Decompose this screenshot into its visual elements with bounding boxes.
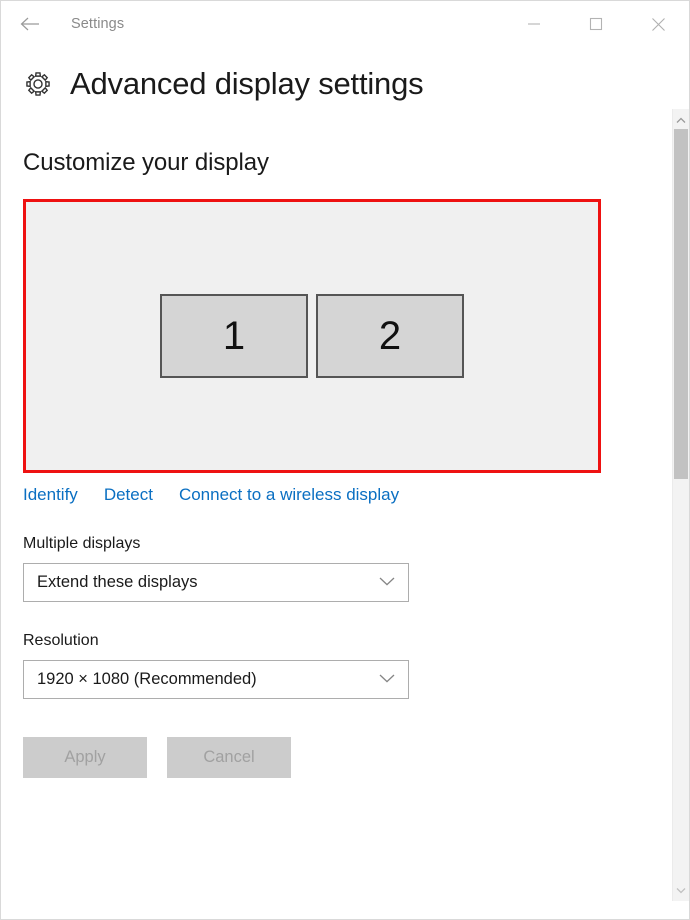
section-title: Customize your display <box>23 149 269 176</box>
cancel-button[interactable]: Cancel <box>167 737 291 778</box>
connect-wireless-display-link[interactable]: Connect to a wireless display <box>179 485 399 505</box>
chevron-down-icon <box>676 881 686 899</box>
chevron-down-icon <box>378 671 396 689</box>
resolution-value: 1920 × 1080 (Recommended) <box>37 670 257 688</box>
multiple-displays-label: Multiple displays <box>23 535 141 552</box>
scroll-down-button[interactable] <box>673 881 689 899</box>
window-controls <box>503 1 689 47</box>
vertical-scrollbar[interactable] <box>672 109 689 901</box>
monitor-1-label: 1 <box>222 313 246 358</box>
settings-window: Settings Advanced display settings Custo… <box>0 0 690 920</box>
minimize-button[interactable] <box>503 1 565 47</box>
apply-button[interactable]: Apply <box>23 737 147 778</box>
identify-link[interactable]: Identify <box>23 485 78 505</box>
chevron-down-icon <box>378 574 396 592</box>
window-title: Settings <box>71 16 125 32</box>
scrollbar-thumb[interactable] <box>674 129 688 479</box>
resolution-dropdown[interactable]: 1920 × 1080 (Recommended) <box>23 660 409 699</box>
title-bar: Settings <box>1 1 689 47</box>
detect-link[interactable]: Detect <box>104 485 153 505</box>
monitor-2-label: 2 <box>378 313 402 358</box>
back-button[interactable] <box>7 4 53 44</box>
page-title: Advanced display settings <box>70 66 424 101</box>
multiple-displays-value: Extend these displays <box>37 573 198 591</box>
chevron-up-icon <box>676 111 686 129</box>
content-area: Customize your display 1 2 Identify Dete… <box>1 109 689 901</box>
maximize-icon <box>589 17 603 31</box>
monitor-2[interactable]: 2 <box>316 294 464 378</box>
monitor-1[interactable]: 1 <box>160 294 308 378</box>
page-header: Advanced display settings <box>1 47 689 109</box>
resolution-label: Resolution <box>23 632 99 649</box>
back-arrow-icon <box>19 15 41 33</box>
form-actions: Apply Cancel <box>23 737 659 778</box>
display-preview-panel[interactable]: 1 2 <box>23 199 601 473</box>
scroll-up-button[interactable] <box>673 111 689 129</box>
close-icon <box>651 17 666 32</box>
display-actions: Identify Detect Connect to a wireless di… <box>23 485 659 505</box>
close-button[interactable] <box>627 1 689 47</box>
minimize-icon <box>527 18 541 30</box>
monitor-arrangement: 1 2 <box>26 294 598 378</box>
maximize-button[interactable] <box>565 1 627 47</box>
gear-icon <box>23 69 53 99</box>
multiple-displays-dropdown[interactable]: Extend these displays <box>23 563 409 602</box>
